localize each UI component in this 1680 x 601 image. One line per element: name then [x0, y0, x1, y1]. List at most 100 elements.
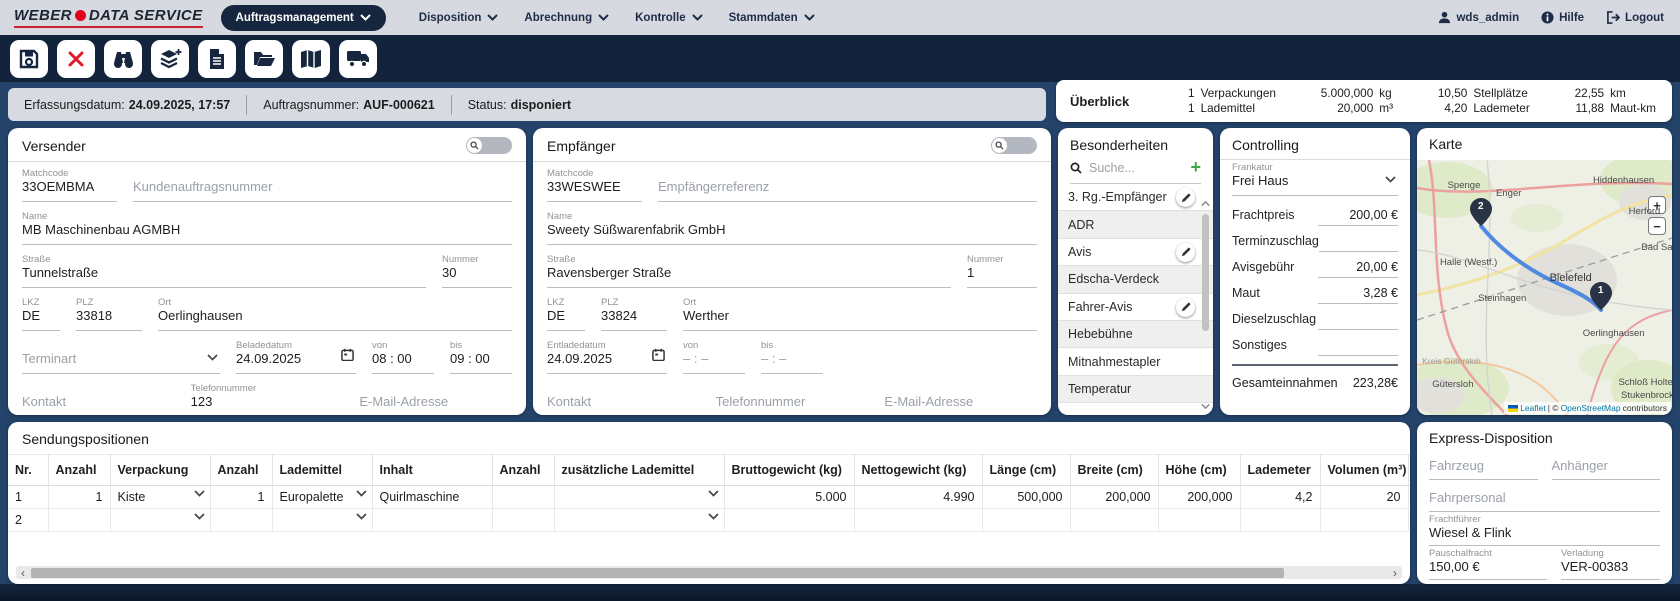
- kontakt-field[interactable]: Kontakt: [22, 381, 175, 415]
- beladezeit-bis-field[interactable]: bis 09 : 00: [450, 338, 512, 374]
- cell-anzahl[interactable]: [492, 486, 554, 509]
- cell-anzahl[interactable]: 1: [210, 486, 272, 509]
- chevron-down-icon[interactable]: [356, 513, 367, 520]
- anhaenger-field[interactable]: Anhänger: [1552, 448, 1661, 480]
- telefonnummer-field[interactable]: Telefonnummer: [716, 381, 869, 415]
- sonstiges-input[interactable]: [1318, 339, 1398, 356]
- cell-zusatz-select[interactable]: [554, 509, 724, 532]
- terminzuschlag-input[interactable]: [1319, 235, 1398, 252]
- cell-bruttogewicht[interactable]: [724, 509, 854, 532]
- cell-verpackung-select[interactable]: Kiste: [110, 486, 210, 509]
- besonderheiten-search[interactable]: Suche... +: [1070, 158, 1201, 184]
- cell-volumen[interactable]: 20: [1320, 486, 1408, 509]
- nav-item-disposition[interactable]: Disposition: [406, 12, 512, 24]
- nav-item-stammdaten[interactable]: Stammdaten: [716, 12, 828, 24]
- ort-field[interactable]: Ort Werther: [683, 295, 1037, 331]
- scrollbar-thumb[interactable]: [31, 568, 1284, 578]
- cell-verpackung-select[interactable]: [110, 509, 210, 532]
- fahrpersonal-field[interactable]: Fahrpersonal: [1429, 480, 1660, 512]
- chevron-up-icon[interactable]: [1201, 200, 1210, 207]
- map-marker-2[interactable]: 2: [1470, 198, 1492, 226]
- strasse-field[interactable]: Straße Ravensberger Straße: [547, 252, 951, 288]
- map-button[interactable]: [292, 40, 330, 78]
- empfaenger-search-toggle[interactable]: [991, 137, 1037, 154]
- cell-laenge[interactable]: 500,000: [982, 486, 1070, 509]
- dieselzuschlag-input[interactable]: [1318, 313, 1398, 330]
- search-button[interactable]: [104, 40, 142, 78]
- name-field[interactable]: Name Sweety Süßwarenfabrik GmbH: [547, 209, 1037, 245]
- cell-lademittel-select[interactable]: Europalette: [272, 486, 372, 509]
- scroll-left-arrow[interactable]: ‹: [16, 566, 30, 579]
- strasse-field[interactable]: Straße Tunnelstraße: [22, 252, 426, 288]
- besonderheit-item[interactable]: Avis: [1058, 239, 1213, 266]
- nummer-field[interactable]: Nummer 1: [967, 252, 1037, 288]
- nummer-field[interactable]: Nummer 30: [442, 252, 512, 288]
- cell-breite[interactable]: 200,000: [1070, 486, 1158, 509]
- plz-field[interactable]: PLZ 33824: [601, 295, 667, 331]
- cell-breite[interactable]: [1070, 509, 1158, 532]
- nav-item-kontrolle[interactable]: Kontrolle: [622, 12, 715, 24]
- besonderheiten-scrollbar[interactable]: [1200, 200, 1211, 412]
- scroll-right-arrow[interactable]: ›: [1388, 566, 1402, 579]
- besonderheit-item[interactable]: Hebebühne: [1058, 321, 1213, 348]
- cell-nettogewicht[interactable]: 4.990: [854, 486, 982, 509]
- chevron-down-icon[interactable]: [194, 490, 205, 497]
- beladezeit-von-field[interactable]: von 08 : 00: [372, 338, 434, 374]
- edit-pencil-button[interactable]: [1176, 298, 1195, 317]
- cell-anzahl[interactable]: 1: [48, 486, 110, 509]
- nav-item-auftragsmanagement[interactable]: Auftragsmanagement: [221, 5, 386, 31]
- document-button[interactable]: [198, 40, 236, 78]
- chevron-down-icon[interactable]: [708, 513, 719, 520]
- plz-field[interactable]: PLZ 33818: [76, 295, 142, 331]
- horizontal-scrollbar[interactable]: ‹ ›: [16, 566, 1402, 579]
- terminart-select[interactable]: Terminart: [22, 338, 220, 374]
- chevron-down-icon[interactable]: [356, 490, 367, 497]
- name-field[interactable]: Name MB Maschinenbau AGMBH: [22, 209, 512, 245]
- edit-pencil-button[interactable]: [1176, 188, 1195, 207]
- user-menu[interactable]: wds_admin: [1436, 11, 1521, 24]
- email-field[interactable]: E-Mail-Adresse: [884, 381, 1037, 415]
- entladezeit-bis-field[interactable]: bis – : –: [761, 338, 823, 374]
- nav-item-abrechnung[interactable]: Abrechnung: [511, 12, 622, 24]
- cell-stellplaetze[interactable]: [1408, 486, 1410, 509]
- chevron-down-icon[interactable]: [194, 513, 205, 520]
- cell-anzahl[interactable]: [48, 509, 110, 532]
- empfaengerreferenz-field[interactable]: Empfängerreferenz: [658, 166, 1037, 202]
- chevron-down-icon[interactable]: [207, 354, 218, 361]
- leaflet-link[interactable]: Leaflet: [1520, 403, 1546, 413]
- cell-hoehe[interactable]: 200,000: [1158, 486, 1240, 509]
- cell-lademittel-select[interactable]: [272, 509, 372, 532]
- chevron-down-icon[interactable]: [1201, 403, 1210, 410]
- verladung-field[interactable]: Verladung VER-00383: [1561, 546, 1660, 580]
- besonderheit-item[interactable]: ADR: [1058, 211, 1213, 238]
- kundenauftragsnummer-field[interactable]: Kundenauftragsnummer: [133, 166, 512, 202]
- open-folder-button[interactable]: [245, 40, 283, 78]
- beladedatum-field[interactable]: Beladedatum 24.09.2025: [236, 338, 356, 374]
- cell-nettogewicht[interactable]: [854, 509, 982, 532]
- matchcode-field[interactable]: Matchcode 33WESWEE: [547, 166, 642, 202]
- avisgebuehr-input[interactable]: 20,00 €: [1318, 260, 1398, 278]
- frankatur-select[interactable]: Frankatur Frei Haus: [1232, 160, 1398, 196]
- cell-bruttogewicht[interactable]: 5.000: [724, 486, 854, 509]
- help-button[interactable]: Hilfe: [1539, 11, 1586, 24]
- cell-stellplaetze[interactable]: [1408, 509, 1410, 532]
- add-layer-button[interactable]: [151, 40, 189, 78]
- cell-zusatz-select[interactable]: [554, 486, 724, 509]
- pauschalfracht-field[interactable]: Pauschalfracht 150,00 €: [1429, 546, 1547, 580]
- cell-inhalt[interactable]: [372, 509, 492, 532]
- fahrzeug-field[interactable]: Fahrzeug: [1429, 448, 1538, 480]
- truck-button[interactable]: [339, 40, 377, 78]
- telefonnummer-field[interactable]: Telefonnummer 123: [191, 381, 344, 415]
- map-marker-1[interactable]: 1: [1590, 282, 1612, 310]
- entladedatum-field[interactable]: Entladedatum 24.09.2025: [547, 338, 667, 374]
- besonderheit-item[interactable]: Mitnahmestapler: [1058, 348, 1213, 375]
- zoom-out-button[interactable]: −: [1648, 217, 1666, 235]
- map-canvas[interactable]: + − Leaflet | © OpenStreetMap contributo…: [1417, 160, 1672, 415]
- email-field[interactable]: E-Mail-Adresse: [359, 381, 512, 415]
- kontakt-field[interactable]: Kontakt: [547, 381, 700, 415]
- matchcode-field[interactable]: Matchcode 33OEMBMA: [22, 166, 117, 202]
- openstreetmap-link[interactable]: OpenStreetMap: [1561, 403, 1621, 413]
- frachtpreis-input[interactable]: 200,00 €: [1318, 208, 1398, 226]
- versender-search-toggle[interactable]: [466, 137, 512, 154]
- entladezeit-von-field[interactable]: von – : –: [683, 338, 745, 374]
